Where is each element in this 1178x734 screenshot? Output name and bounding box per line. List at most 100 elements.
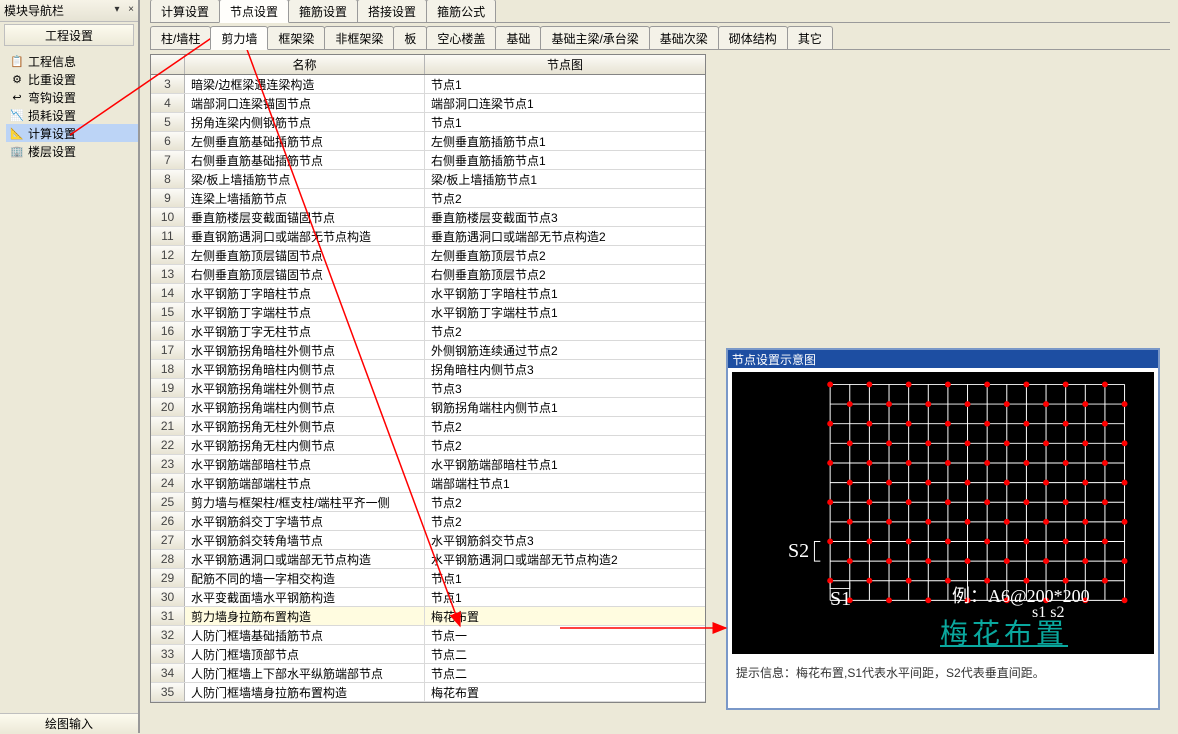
nav-item-icon: 📉 bbox=[10, 108, 24, 122]
component-tab-10[interactable]: 其它 bbox=[787, 26, 833, 49]
row-value[interactable]: 右侧垂直筋插筋节点1 bbox=[425, 151, 705, 169]
row-value[interactable]: 左侧垂直筋顶层节点2 bbox=[425, 246, 705, 264]
table-row[interactable]: 35人防门框墙墙身拉筋布置构造梅花布置 bbox=[151, 683, 705, 702]
table-row[interactable]: 5拐角连梁内侧钢筋节点节点1 bbox=[151, 113, 705, 132]
row-value[interactable]: 节点1 bbox=[425, 569, 705, 587]
table-row[interactable]: 15水平钢筋丁字端柱节点水平钢筋丁字端柱节点1 bbox=[151, 303, 705, 322]
row-value[interactable]: 节点2 bbox=[425, 322, 705, 340]
settings-tab-3[interactable]: 搭接设置 bbox=[357, 0, 427, 22]
row-value[interactable]: 水平钢筋丁字暗柱节点1 bbox=[425, 284, 705, 302]
row-value[interactable]: 钢筋拐角端柱内侧节点1 bbox=[425, 398, 705, 416]
row-value[interactable]: 右侧垂直筋顶层节点2 bbox=[425, 265, 705, 283]
module-nav-panel: 模块导航栏 ▾ × 工程设置 📋工程信息⚙比重设置↩弯钩设置📉损耗设置📐计算设置… bbox=[0, 0, 140, 733]
settings-tab-4[interactable]: 箍筋公式 bbox=[426, 0, 496, 22]
component-tab-3[interactable]: 非框架梁 bbox=[324, 26, 394, 49]
table-row[interactable]: 34人防门框墙上下部水平纵筋端部节点节点二 bbox=[151, 664, 705, 683]
nav-footer-button[interactable]: 绘图输入 bbox=[0, 713, 138, 733]
table-row[interactable]: 29配筋不同的墙一字相交构造节点1 bbox=[151, 569, 705, 588]
nav-title: 模块导航栏 bbox=[4, 2, 64, 19]
row-value[interactable]: 左侧垂直筋插筋节点1 bbox=[425, 132, 705, 150]
preview-hint-text: 提示信息：梅花布置,S1代表水平间距，S2代表垂直间距。 bbox=[736, 666, 1045, 680]
table-row[interactable]: 22水平钢筋拐角无柱内侧节点节点2 bbox=[151, 436, 705, 455]
table-row[interactable]: 4端部洞口连梁锚固节点端部洞口连梁节点1 bbox=[151, 94, 705, 113]
nav-item-3[interactable]: 📉损耗设置 bbox=[6, 106, 138, 124]
row-value[interactable]: 节点3 bbox=[425, 379, 705, 397]
component-tab-8[interactable]: 基础次梁 bbox=[649, 26, 719, 49]
project-settings-button[interactable]: 工程设置 bbox=[4, 24, 134, 46]
row-value[interactable]: 梁/板上墙插筋节点1 bbox=[425, 170, 705, 188]
close-icon[interactable]: × bbox=[124, 4, 138, 18]
table-row[interactable]: 28水平钢筋遇洞口或端部无节点构造水平钢筋遇洞口或端部无节点构造2 bbox=[151, 550, 705, 569]
row-value[interactable]: 节点2 bbox=[425, 417, 705, 435]
table-row[interactable]: 18水平钢筋拐角暗柱内侧节点拐角暗柱内侧节点3 bbox=[151, 360, 705, 379]
table-row[interactable]: 16水平钢筋丁字无柱节点节点2 bbox=[151, 322, 705, 341]
table-row[interactable]: 24水平钢筋端部端柱节点端部端柱节点1 bbox=[151, 474, 705, 493]
table-row[interactable]: 10垂直筋楼层变截面锚固节点垂直筋楼层变截面节点3 bbox=[151, 208, 705, 227]
row-value[interactable]: 节点2 bbox=[425, 493, 705, 511]
col-header-value[interactable]: 节点图 bbox=[425, 55, 705, 74]
table-row[interactable]: 20水平钢筋拐角端柱内侧节点钢筋拐角端柱内侧节点1 bbox=[151, 398, 705, 417]
row-value[interactable]: 水平钢筋斜交节点3 bbox=[425, 531, 705, 549]
row-value[interactable]: 节点2 bbox=[425, 189, 705, 207]
row-value[interactable]: 梅花布置 bbox=[425, 607, 705, 625]
row-value[interactable]: 节点1 bbox=[425, 75, 705, 93]
table-row[interactable]: 14水平钢筋丁字暗柱节点水平钢筋丁字暗柱节点1 bbox=[151, 284, 705, 303]
row-value[interactable]: 外侧钢筋连续通过节点2 bbox=[425, 341, 705, 359]
settings-tab-1[interactable]: 节点设置 bbox=[219, 0, 289, 23]
row-value[interactable]: 水平钢筋丁字端柱节点1 bbox=[425, 303, 705, 321]
table-row[interactable]: 8梁/板上墙插筋节点梁/板上墙插筋节点1 bbox=[151, 170, 705, 189]
nav-item-1[interactable]: ⚙比重设置 bbox=[6, 70, 138, 88]
row-value[interactable]: 水平钢筋端部暗柱节点1 bbox=[425, 455, 705, 473]
component-tab-9[interactable]: 砌体结构 bbox=[718, 26, 788, 49]
row-value[interactable]: 水平钢筋遇洞口或端部无节点构造2 bbox=[425, 550, 705, 568]
component-tab-7[interactable]: 基础主梁/承台梁 bbox=[540, 26, 649, 49]
col-header-number[interactable] bbox=[151, 55, 185, 74]
table-row[interactable]: 7右侧垂直筋基础插筋节点右侧垂直筋插筋节点1 bbox=[151, 151, 705, 170]
table-row[interactable]: 3暗梁/边框梁遇连梁构造节点1 bbox=[151, 75, 705, 94]
component-tab-1[interactable]: 剪力墙 bbox=[210, 26, 268, 50]
component-tab-2[interactable]: 框架梁 bbox=[267, 26, 325, 49]
table-row[interactable]: 6左侧垂直筋基础插筋节点左侧垂直筋插筋节点1 bbox=[151, 132, 705, 151]
component-tab-6[interactable]: 基础 bbox=[495, 26, 541, 49]
nav-item-0[interactable]: 📋工程信息 bbox=[6, 52, 138, 70]
component-tab-4[interactable]: 板 bbox=[393, 26, 427, 49]
row-value[interactable]: 垂直筋楼层变截面节点3 bbox=[425, 208, 705, 226]
row-value[interactable]: 节点1 bbox=[425, 113, 705, 131]
table-row[interactable]: 9连梁上墙插筋节点节点2 bbox=[151, 189, 705, 208]
row-name: 水平钢筋丁字无柱节点 bbox=[185, 322, 425, 340]
pin-icon[interactable]: ▾ bbox=[110, 4, 124, 18]
table-row[interactable]: 32人防门框墙基础插筋节点节点一 bbox=[151, 626, 705, 645]
settings-tab-2[interactable]: 箍筋设置 bbox=[288, 0, 358, 22]
row-value[interactable]: 节点二 bbox=[425, 664, 705, 682]
table-row[interactable]: 13右侧垂直筋顶层锚固节点右侧垂直筋顶层节点2 bbox=[151, 265, 705, 284]
table-row[interactable]: 17水平钢筋拐角暗柱外侧节点外侧钢筋连续通过节点2 bbox=[151, 341, 705, 360]
table-row[interactable]: 33人防门框墙顶部节点节点二 bbox=[151, 645, 705, 664]
nav-item-5[interactable]: 🏢楼层设置 bbox=[6, 142, 138, 160]
row-value[interactable]: 节点二 bbox=[425, 645, 705, 663]
table-row[interactable]: 31剪力墙身拉筋布置构造梅花布置 bbox=[151, 607, 705, 626]
table-row[interactable]: 21水平钢筋拐角无柱外侧节点节点2 bbox=[151, 417, 705, 436]
table-row[interactable]: 26水平钢筋斜交丁字墙节点节点2 bbox=[151, 512, 705, 531]
table-row[interactable]: 12左侧垂直筋顶层锚固节点左侧垂直筋顶层节点2 bbox=[151, 246, 705, 265]
row-value[interactable]: 节点1 bbox=[425, 588, 705, 606]
component-tab-0[interactable]: 柱/墙柱 bbox=[150, 26, 211, 49]
row-value[interactable]: 垂直筋遇洞口或端部无节点构造2 bbox=[425, 227, 705, 245]
table-row[interactable]: 19水平钢筋拐角端柱外侧节点节点3 bbox=[151, 379, 705, 398]
table-row[interactable]: 25剪力墙与框架柱/框支柱/端柱平齐一侧节点2 bbox=[151, 493, 705, 512]
settings-tab-0[interactable]: 计算设置 bbox=[150, 0, 220, 22]
table-row[interactable]: 30水平变截面墙水平钢筋构造节点1 bbox=[151, 588, 705, 607]
row-value[interactable]: 节点2 bbox=[425, 512, 705, 530]
row-value[interactable]: 端部洞口连梁节点1 bbox=[425, 94, 705, 112]
row-value[interactable]: 梅花布置 bbox=[425, 683, 705, 701]
table-row[interactable]: 27水平钢筋斜交转角墙节点水平钢筋斜交节点3 bbox=[151, 531, 705, 550]
table-row[interactable]: 11垂直钢筋遇洞口或端部无节点构造垂直筋遇洞口或端部无节点构造2 bbox=[151, 227, 705, 246]
row-value[interactable]: 节点2 bbox=[425, 436, 705, 454]
component-tab-5[interactable]: 空心楼盖 bbox=[426, 26, 496, 49]
row-value[interactable]: 拐角暗柱内侧节点3 bbox=[425, 360, 705, 378]
col-header-name[interactable]: 名称 bbox=[185, 55, 425, 74]
table-row[interactable]: 23水平钢筋端部暗柱节点水平钢筋端部暗柱节点1 bbox=[151, 455, 705, 474]
nav-item-2[interactable]: ↩弯钩设置 bbox=[6, 88, 138, 106]
row-value[interactable]: 节点一 bbox=[425, 626, 705, 644]
row-value[interactable]: 端部端柱节点1 bbox=[425, 474, 705, 492]
nav-item-4[interactable]: 📐计算设置 bbox=[6, 124, 138, 142]
